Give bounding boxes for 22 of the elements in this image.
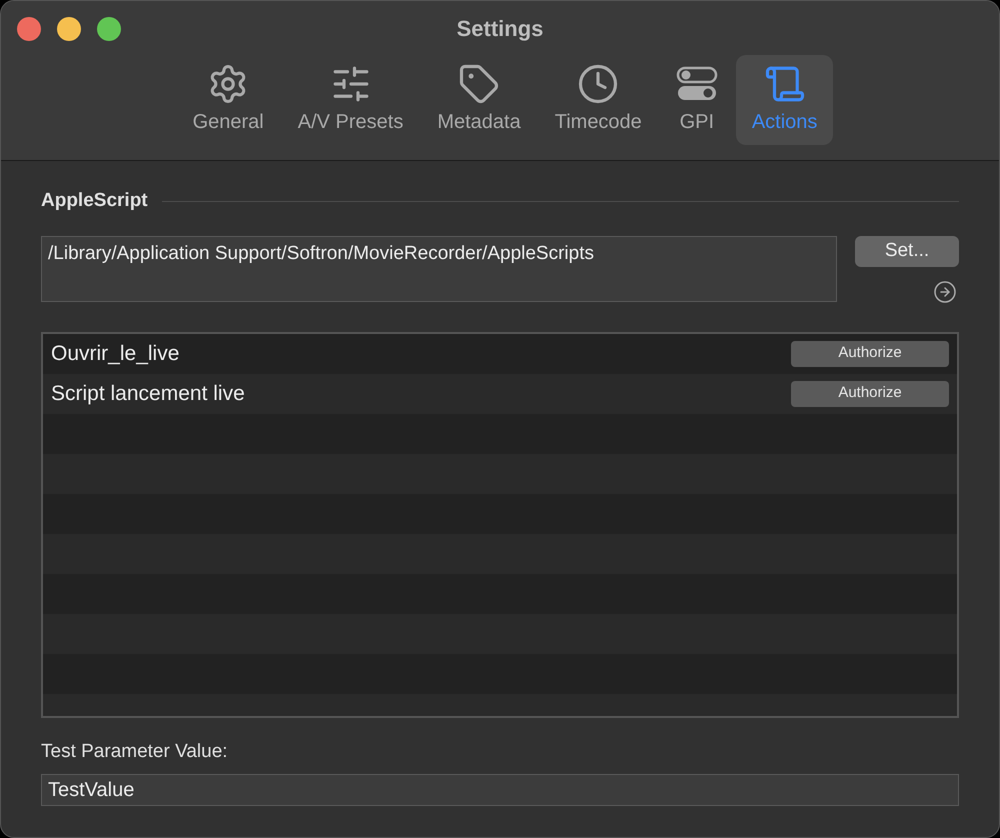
minimize-button[interactable] bbox=[57, 17, 81, 41]
script-row[interactable]: Script lancement live Authorize bbox=[43, 374, 957, 414]
toolbar-tab[interactable]: GPI bbox=[660, 55, 734, 145]
field-label: Test Parameter Value: bbox=[41, 740, 229, 764]
toolbar-tab[interactable]: General bbox=[176, 55, 280, 145]
section-heading: AppleScript bbox=[41, 189, 148, 213]
script-name: Script lancement live bbox=[51, 380, 245, 407]
toolbar-tab[interactable]: Timecode bbox=[538, 55, 658, 145]
tag-icon bbox=[458, 63, 500, 105]
close-button[interactable] bbox=[17, 17, 41, 41]
test-value-field[interactable]: TestValue bbox=[41, 774, 959, 806]
set-button[interactable]: Set... bbox=[855, 236, 959, 266]
authorize-button[interactable]: Authorize bbox=[791, 380, 949, 406]
zoom-button[interactable] bbox=[97, 17, 121, 41]
toolbar-tab[interactable]: Actions bbox=[736, 55, 834, 145]
toolbar-tab[interactable]: A/V Presets bbox=[282, 55, 420, 145]
authorize-button[interactable]: Authorize bbox=[791, 340, 949, 366]
toolbar-tab[interactable]: Metadata bbox=[421, 55, 537, 145]
path-field[interactable]: /Library/Application Support/Softron/MovieRecorder/AppleScripts bbox=[41, 236, 837, 302]
script-name: Ouvrir_le_live bbox=[51, 340, 180, 367]
clock-icon bbox=[577, 63, 620, 105]
window-title: Settings bbox=[456, 14, 544, 43]
